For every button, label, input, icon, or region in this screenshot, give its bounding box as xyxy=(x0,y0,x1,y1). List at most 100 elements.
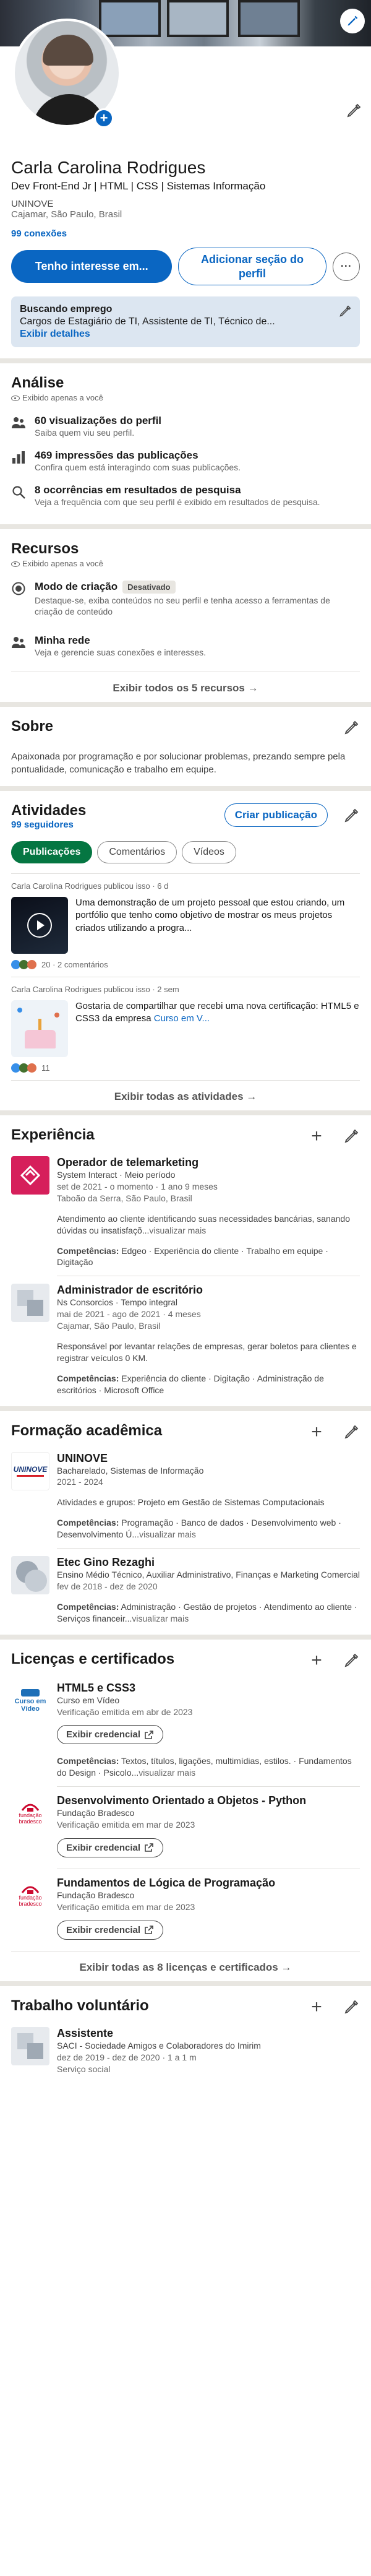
skills-label: Competências: xyxy=(57,1601,119,1612)
private-note-text: Exibido apenas a você xyxy=(22,393,103,402)
license-item[interactable]: fundação bradesco Fundamentos de Lógica … xyxy=(11,1876,360,1940)
pencil-icon xyxy=(344,1129,359,1143)
org-logo xyxy=(11,2026,49,2065)
video-thumbnail[interactable] xyxy=(11,897,68,954)
edit-licenses-button[interactable] xyxy=(340,1649,362,1672)
pencil-icon xyxy=(344,2000,359,2014)
post-image[interactable] xyxy=(11,1000,68,1058)
open-to-button[interactable]: Tenho interesse em... xyxy=(11,250,173,283)
skills-label: Competências: xyxy=(57,1756,119,1766)
activity-post[interactable]: Carla Carolina Rodrigues publicou isso ·… xyxy=(11,881,360,970)
company-logo xyxy=(11,1284,49,1323)
experience-role: Operador de telemarketing xyxy=(57,1156,199,1169)
open-to-work-card[interactable]: Buscando emprego Cargos de Estagiário de… xyxy=(11,296,360,347)
education-dates: fev de 2018 - dez de 2020 xyxy=(57,1581,158,1591)
profile-location: Cajamar, São Paulo, Brasil xyxy=(11,209,122,220)
license-item[interactable]: Curso em Vídeo HTML5 e CSS3 Curso em Víd… xyxy=(11,1681,360,1779)
see-more-link[interactable]: visualizar mais xyxy=(139,1768,195,1778)
experience-company: System Interact · Meio período xyxy=(57,1170,176,1180)
bradesco-logo-text: fundação bradesco xyxy=(19,1812,42,1825)
pencil-icon[interactable] xyxy=(339,305,351,318)
tab-comments[interactable]: Comentários xyxy=(97,841,177,864)
my-network-item[interactable]: Minha rede Veja e gerencie suas conexões … xyxy=(11,629,360,664)
analytics-item-desc: Confira quem está interagindo com suas p… xyxy=(35,462,241,473)
add-photo-button[interactable]: + xyxy=(94,108,114,128)
activity-post[interactable]: Carla Carolina Rodrigues publicou isso ·… xyxy=(11,985,360,1073)
show-credential-button[interactable]: Exibir credencial xyxy=(57,1920,164,1940)
reactions[interactable]: 20 · 2 comentários xyxy=(11,960,360,970)
open-to-work-title: Buscando emprego xyxy=(20,304,113,314)
tab-posts[interactable]: Publicações xyxy=(11,841,93,864)
license-item[interactable]: fundação bradesco Desenvolvimento Orient… xyxy=(11,1794,360,1857)
activity-section: Atividades 99 seguidores Criar publicaçã… xyxy=(0,791,371,1111)
section-divider xyxy=(0,1110,371,1116)
experience-item[interactable]: Operador de telemarketing System Interac… xyxy=(11,1156,360,1268)
analytics-item[interactable]: 60 visualizações do perfil Saiba quem viu… xyxy=(11,410,360,444)
volunteer-role: Assistente xyxy=(57,2026,114,2039)
show-credential-label: Exibir credencial xyxy=(66,1842,141,1853)
edit-intro-button[interactable] xyxy=(343,100,365,122)
section-divider xyxy=(0,786,371,792)
show-all-resources-link[interactable]: Exibir todos os 5 recursos → xyxy=(11,680,360,696)
divider xyxy=(57,1548,360,1549)
experience-dates: mai de 2021 - ago de 2021 · 4 meses xyxy=(57,1309,201,1320)
logo-underline xyxy=(17,1475,44,1477)
candle-shape xyxy=(38,1019,41,1031)
see-more-link[interactable]: visualizar mais xyxy=(149,1225,206,1235)
pencil-icon xyxy=(344,808,359,823)
show-all-licenses-link[interactable]: Exibir todas as 8 licenças e certificado… xyxy=(11,1959,360,1975)
people-icon xyxy=(12,417,25,428)
profile-school[interactable]: UNINOVE xyxy=(11,199,360,209)
create-post-button[interactable]: Criar publicação xyxy=(224,803,328,828)
tab-videos[interactable]: Vídeos xyxy=(182,841,236,864)
add-experience-button[interactable]: + xyxy=(305,1125,328,1148)
private-note-text: Exibido apenas a você xyxy=(22,558,103,568)
section-divider xyxy=(0,1406,371,1411)
analytics-item[interactable]: 469 impressões das publicações Confira qu… xyxy=(11,444,360,479)
edit-experience-button[interactable] xyxy=(340,1125,362,1148)
edit-cover-button[interactable] xyxy=(340,9,365,33)
search-icon xyxy=(12,486,25,499)
pencil-icon xyxy=(344,1653,359,1667)
education-item[interactable]: Etec Gino Rezaghi Ensino Médio Técnico, … xyxy=(11,1556,360,1625)
add-education-button[interactable]: + xyxy=(305,1421,328,1443)
monitor-shape xyxy=(167,0,229,37)
see-more-link[interactable]: visualizar mais xyxy=(139,1529,196,1539)
pencil-icon xyxy=(344,1425,359,1439)
add-license-button[interactable]: + xyxy=(305,1649,328,1672)
see-more-link[interactable]: visualizar mais xyxy=(132,1614,189,1623)
placeholder-circle xyxy=(25,1570,47,1593)
pencil-icon xyxy=(344,720,359,735)
open-to-work-details-link[interactable]: Exibir detalhes xyxy=(20,329,351,340)
section-divider xyxy=(0,1634,371,1640)
skills-label: Competências: xyxy=(57,1518,119,1528)
system-interact-logo xyxy=(20,1165,41,1186)
add-volunteer-button[interactable]: + xyxy=(305,1996,328,2018)
edit-education-button[interactable] xyxy=(340,1421,362,1443)
add-section-button[interactable]: Adicionar seção do perfil xyxy=(178,248,326,285)
edit-activity-button[interactable] xyxy=(340,805,362,827)
company-logo xyxy=(11,1156,49,1195)
more-button[interactable]: ··· xyxy=(332,252,360,281)
connections-link[interactable]: 99 conexões xyxy=(11,228,360,239)
analytics-item[interactable]: 8 ocorrências em resultados de pesquisa V… xyxy=(11,479,360,514)
degree: Bacharelado, Sistemas de Informação xyxy=(57,1465,204,1476)
show-credential-button[interactable]: Exibir credencial xyxy=(57,1725,164,1745)
show-all-activity-link[interactable]: Exibir todas as atividades → xyxy=(11,1088,360,1104)
reactions[interactable]: 11 xyxy=(11,1063,360,1073)
post-text-link[interactable]: Curso em V... xyxy=(154,1013,210,1024)
education-item[interactable]: UNINOVE UNINOVE Bacharelado, Sistemas de… xyxy=(11,1451,360,1541)
confetti-shape xyxy=(54,1013,59,1018)
post-meta: Carla Carolina Rodrigues publicou isso ·… xyxy=(11,985,360,994)
creator-mode-item[interactable]: Modo de criação Desativado Destaque-se, … xyxy=(11,576,360,623)
edit-volunteer-button[interactable] xyxy=(340,1996,362,2018)
license-issuer: Curso em Vídeo xyxy=(57,1695,120,1705)
license-title: HTML5 e CSS3 xyxy=(57,1681,136,1694)
experience-item[interactable]: Administrador de escritório Ns Consorcio… xyxy=(11,1284,360,1396)
analytics-item-title: 60 visualizações do perfil xyxy=(35,415,162,426)
license-title: Fundamentos de Lógica de Programação xyxy=(57,1876,276,1889)
reactions-count: 11 xyxy=(41,1063,50,1073)
edit-about-button[interactable] xyxy=(340,717,362,739)
volunteer-item[interactable]: Assistente SACI - Sociedade Amigos e Col… xyxy=(11,2026,360,2075)
show-credential-button[interactable]: Exibir credencial xyxy=(57,1838,164,1857)
